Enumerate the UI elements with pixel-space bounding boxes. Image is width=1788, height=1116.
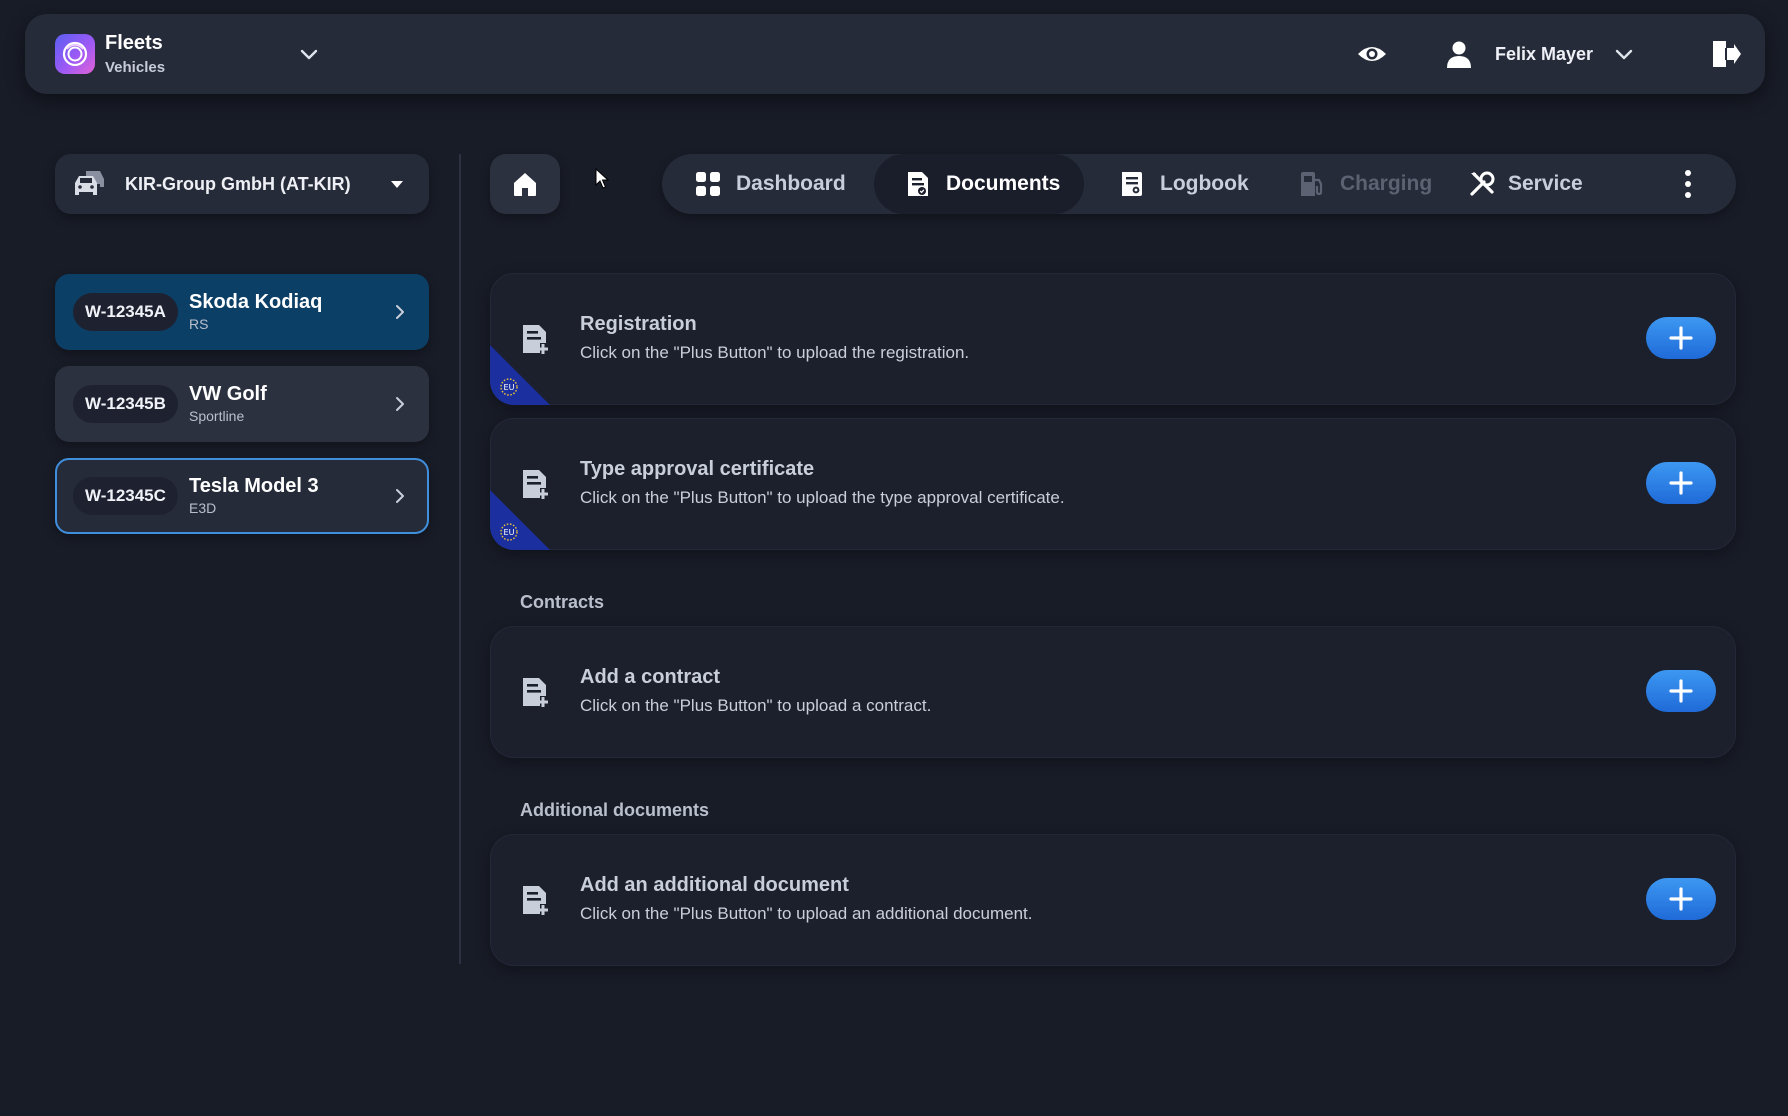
vehicle-name: Skoda Kodiaq bbox=[189, 291, 323, 313]
logout-icon[interactable] bbox=[1708, 37, 1742, 71]
tab-documents[interactable]: Documents bbox=[874, 154, 1084, 214]
grid-icon bbox=[696, 172, 720, 196]
document-description: Click on the "Plus Button" to upload the… bbox=[580, 488, 1065, 507]
license-plate: W-12345C bbox=[73, 477, 178, 515]
document-description: Click on the "Plus Button" to upload a c… bbox=[580, 696, 932, 715]
chevron-right-icon bbox=[396, 305, 404, 319]
fuel-pump-icon bbox=[1301, 172, 1323, 196]
vehicle-name: VW Golf bbox=[189, 383, 267, 405]
document-card-type-approval: EU Type approval certificate Click on th… bbox=[490, 418, 1736, 550]
document-title: Add a contract bbox=[580, 666, 721, 688]
chevron-down-icon[interactable] bbox=[1612, 42, 1636, 66]
user-icon[interactable] bbox=[1446, 40, 1472, 68]
document-description: Click on the "Plus Button" to upload an … bbox=[580, 904, 1033, 923]
document-title: Type approval certificate bbox=[580, 458, 815, 480]
tab-label: Logbook bbox=[1160, 172, 1249, 195]
vehicle-item-vw-golf[interactable]: W-12345B VW Golf Sportline bbox=[55, 366, 429, 442]
tools-icon bbox=[1470, 171, 1495, 196]
upload-additional-document-button[interactable] bbox=[1646, 878, 1716, 920]
tab-logbook[interactable]: Logbook bbox=[1092, 154, 1252, 214]
document-add-icon bbox=[523, 678, 548, 707]
chevron-right-icon bbox=[396, 489, 404, 503]
plus-icon bbox=[1669, 471, 1693, 495]
document-icon bbox=[908, 172, 928, 196]
upload-type-approval-button[interactable] bbox=[1646, 462, 1716, 504]
tab-bar: Dashboard Documents Logbook Charging Ser… bbox=[662, 154, 1736, 214]
document-add-icon bbox=[523, 470, 548, 499]
tab-label: Dashboard bbox=[736, 172, 846, 195]
app-logo-icon[interactable] bbox=[55, 34, 95, 74]
eu-badge-text: EU bbox=[504, 528, 515, 537]
vehicle-variant: Sportline bbox=[189, 408, 245, 424]
chevron-right-icon bbox=[396, 397, 404, 411]
license-plate: W-12345A bbox=[73, 293, 178, 331]
tab-label: Charging bbox=[1340, 172, 1433, 195]
eu-badge-text: EU bbox=[504, 383, 515, 392]
vehicle-name: Tesla Model 3 bbox=[189, 475, 319, 497]
page: Fleets Vehicles Felix Mayer KIR-Group Gm… bbox=[0, 0, 1788, 1116]
document-card-registration: EU Registration Click on the "Plus Butto… bbox=[490, 273, 1736, 405]
caret-down-icon bbox=[391, 181, 403, 188]
company-select[interactable]: KIR-Group GmbH (AT-KIR) bbox=[55, 154, 429, 214]
more-vertical-icon[interactable] bbox=[1676, 168, 1700, 200]
plus-icon bbox=[1669, 679, 1693, 703]
plus-icon bbox=[1669, 326, 1693, 350]
chevron-down-icon[interactable] bbox=[297, 42, 321, 66]
document-add-icon bbox=[523, 886, 548, 915]
document-title: Registration bbox=[580, 313, 697, 335]
document-description: Click on the "Plus Button" to upload the… bbox=[580, 343, 970, 362]
vehicle-variant: E3D bbox=[189, 500, 217, 516]
document-title: Add an additional document bbox=[580, 874, 849, 896]
upload-registration-button[interactable] bbox=[1646, 317, 1716, 359]
tab-service[interactable]: Service bbox=[1442, 154, 1606, 214]
plus-icon bbox=[1669, 887, 1693, 911]
eye-icon[interactable] bbox=[1356, 38, 1388, 70]
tab-label: Documents bbox=[946, 172, 1061, 195]
sidebar-divider bbox=[459, 154, 461, 964]
document-card-contract: Add a contract Click on the "Plus Button… bbox=[490, 626, 1736, 758]
upload-contract-button[interactable] bbox=[1646, 670, 1716, 712]
vehicle-item-skoda-kodiaq[interactable]: W-12345A Skoda Kodiaq RS bbox=[55, 274, 429, 350]
app-title: Fleets bbox=[105, 32, 163, 54]
user-name[interactable]: Felix Mayer bbox=[1495, 44, 1593, 65]
tab-label: Service bbox=[1508, 172, 1583, 195]
mouse-pointer-icon bbox=[595, 168, 609, 189]
app-subtitle: Vehicles bbox=[105, 59, 166, 76]
vehicle-variant: RS bbox=[189, 316, 209, 332]
cars-icon bbox=[75, 171, 104, 195]
section-title-additional-documents: Additional documents bbox=[520, 800, 709, 820]
home-button[interactable] bbox=[490, 154, 560, 214]
top-bar: Fleets Vehicles Felix Mayer bbox=[25, 14, 1765, 94]
company-label: KIR-Group GmbH (AT-KIR) bbox=[125, 174, 351, 194]
document-card-additional: Add an additional document Click on the … bbox=[490, 834, 1736, 966]
tab-dashboard[interactable]: Dashboard bbox=[662, 154, 858, 214]
section-title-contracts: Contracts bbox=[520, 592, 605, 612]
home-icon bbox=[514, 173, 536, 196]
license-plate: W-12345B bbox=[73, 385, 178, 423]
logbook-icon bbox=[1122, 172, 1142, 196]
vehicle-item-tesla-model-3[interactable]: W-12345C Tesla Model 3 E3D bbox=[55, 458, 429, 534]
document-add-icon bbox=[523, 325, 548, 354]
tab-charging: Charging bbox=[1272, 154, 1434, 214]
